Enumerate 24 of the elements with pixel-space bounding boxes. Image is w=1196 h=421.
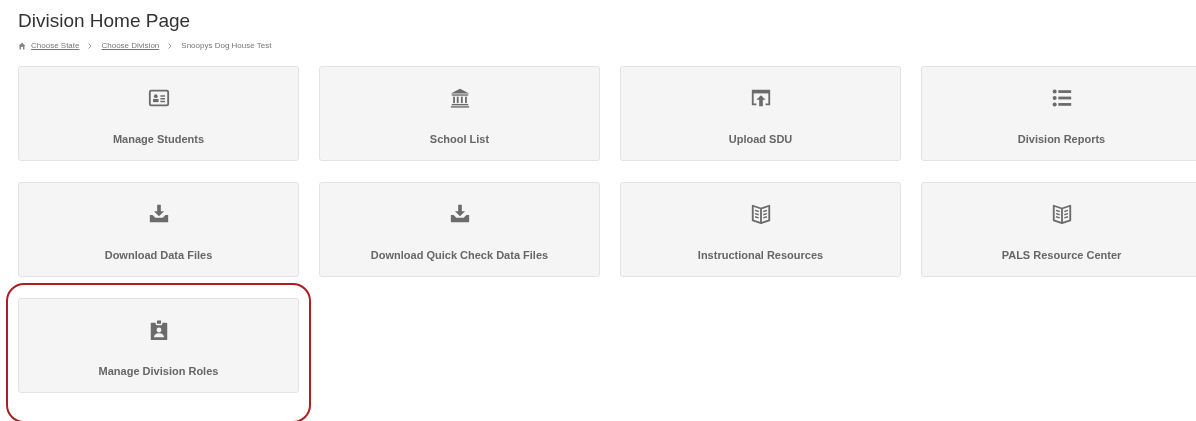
tile-button[interactable]: Instructional Resources (620, 182, 901, 277)
page-title: Division Home Page (18, 9, 192, 33)
chevron-icon (88, 43, 93, 49)
list-icon (1050, 87, 1073, 109)
book-icon (1050, 203, 1073, 225)
breadcrumb-link[interactable]: Choose State (31, 40, 80, 52)
tile-button[interactable]: Download Quick Check Data Files (319, 182, 600, 277)
id-card-icon (147, 87, 170, 109)
tile-button[interactable]: Upload SDU (620, 66, 901, 161)
tile-button[interactable]: PALS Resource Center (921, 182, 1196, 277)
breadcrumb-link[interactable]: Choose Division (101, 40, 160, 52)
tile-button[interactable]: Manage Students (18, 66, 299, 161)
breadcrumb-current: Snoopys Dog House Test (181, 40, 272, 52)
tile-button[interactable]: Download Data Files (18, 182, 299, 277)
download-icon (147, 203, 170, 225)
home-icon (18, 42, 26, 50)
tile-button[interactable]: School List (319, 66, 600, 161)
bank-icon (448, 87, 471, 109)
download-icon (448, 203, 471, 225)
tile-button[interactable]: Manage Division Roles (18, 298, 299, 393)
upload-icon (749, 87, 772, 109)
book-icon (749, 203, 772, 225)
chevron-icon (168, 43, 173, 49)
tile-button[interactable]: Division Reports (921, 66, 1196, 161)
